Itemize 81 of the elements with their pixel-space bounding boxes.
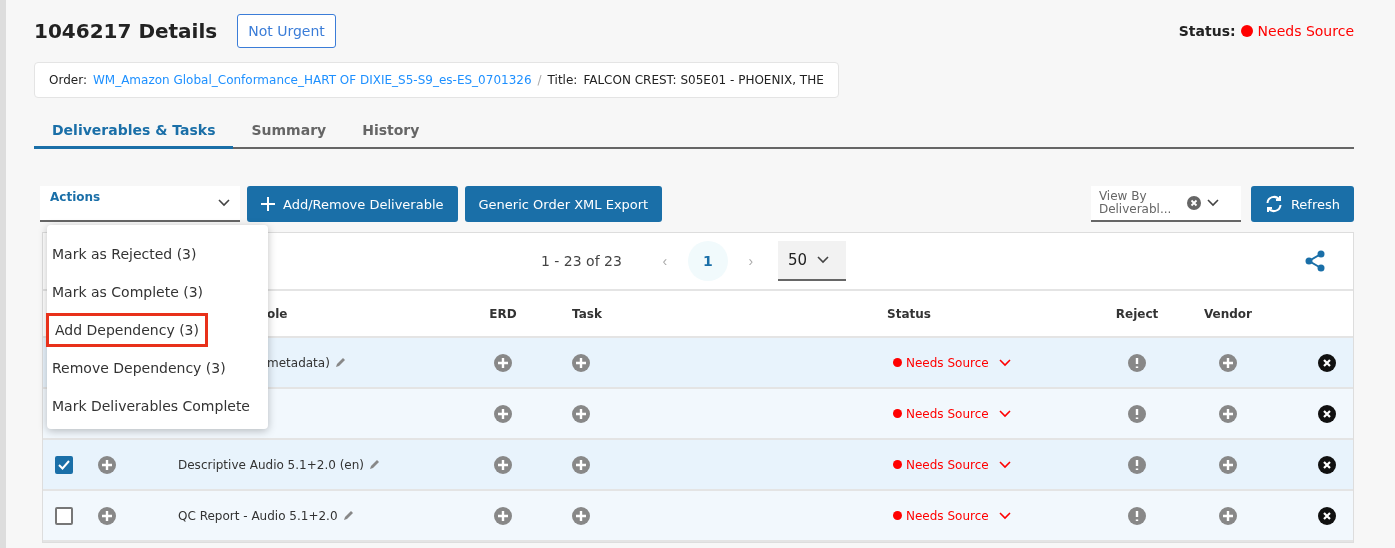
- column-header: Reject: [1115, 306, 1159, 321]
- row-status[interactable]: Needs Source: [906, 508, 989, 523]
- page-range: 1 - 23 of 23: [541, 253, 622, 269]
- row-status[interactable]: Needs Source: [906, 355, 989, 370]
- reject-icon[interactable]: [1128, 404, 1146, 423]
- add-vendor-icon[interactable]: [1219, 404, 1237, 423]
- add-task-icon[interactable]: [572, 404, 590, 423]
- tab[interactable]: Summary: [233, 116, 345, 149]
- share-icon[interactable]: [1305, 250, 1325, 272]
- reject-icon[interactable]: [1128, 455, 1146, 474]
- status-dot: [893, 511, 902, 520]
- remove-icon[interactable]: [1318, 455, 1336, 474]
- deliverable-title: QC Report - Audio 5.1+2.0: [178, 508, 338, 523]
- status-dot: [893, 358, 902, 367]
- row-checkbox[interactable]: [55, 506, 73, 525]
- add-remove-deliverable-button[interactable]: Add/Remove Deliverable: [247, 186, 458, 222]
- pencil-icon[interactable]: [369, 459, 380, 470]
- title-label: Title:: [547, 73, 578, 87]
- menu-item[interactable]: Add Dependency (3): [46, 313, 208, 347]
- column-header: ERD: [489, 306, 517, 321]
- refresh-icon: [1264, 195, 1283, 213]
- add-erd-icon[interactable]: [494, 404, 512, 423]
- page-size-dropdown[interactable]: 50: [777, 241, 846, 281]
- menu-item[interactable]: Mark as Complete (3): [51, 275, 205, 309]
- expand-plus-icon[interactable]: [98, 455, 116, 474]
- reject-icon[interactable]: [1128, 353, 1146, 372]
- status-dot: [893, 460, 902, 469]
- column-header: Task: [572, 306, 602, 321]
- menu-item[interactable]: Mark Deliverables Complete: [51, 389, 251, 423]
- reject-icon[interactable]: [1128, 506, 1146, 525]
- actions-dropdown[interactable]: Actions: [40, 186, 240, 222]
- add-erd-icon[interactable]: [494, 506, 512, 525]
- add-task-icon[interactable]: [572, 506, 590, 525]
- add-vendor-icon[interactable]: [1219, 506, 1237, 525]
- add-vendor-icon[interactable]: [1219, 455, 1237, 474]
- row-status[interactable]: Needs Source: [906, 406, 989, 421]
- column-header: Vendor: [1203, 306, 1253, 321]
- page-number-button[interactable]: 1: [687, 241, 728, 281]
- chevron-down-icon: [998, 460, 1011, 469]
- chevron-down-icon: [817, 256, 829, 264]
- add-erd-icon[interactable]: [494, 353, 512, 372]
- add-erd-icon[interactable]: [494, 455, 512, 474]
- pencil-icon[interactable]: [342, 510, 354, 521]
- refresh-button[interactable]: Refresh: [1250, 186, 1354, 222]
- title-value: FALCON CREST: S05E01 - PHOENIX, THE: [583, 73, 824, 87]
- add-task-icon[interactable]: [572, 353, 590, 372]
- chevron-down-icon: [998, 511, 1011, 520]
- column-header: Status: [887, 306, 931, 321]
- add-task-icon[interactable]: [572, 455, 590, 474]
- expand-plus-icon[interactable]: [98, 506, 116, 525]
- row-status[interactable]: Needs Source: [906, 457, 989, 472]
- chevron-down-icon: [998, 358, 1011, 367]
- menu-item[interactable]: Remove Dependency (3): [51, 351, 227, 385]
- tab[interactable]: Deliverables & Tasks: [34, 116, 234, 149]
- status-label: Status:: [1178, 23, 1236, 39]
- priority-button[interactable]: Not Urgent: [237, 14, 336, 48]
- chevron-down-icon: [218, 199, 230, 207]
- status-dot: [1240, 25, 1253, 37]
- chevron-down-icon: [1206, 199, 1219, 207]
- breadcrumb-separator: /: [537, 73, 542, 87]
- menu-item[interactable]: Mark as Rejected (3): [51, 237, 198, 271]
- remove-icon[interactable]: [1318, 353, 1336, 372]
- deliverable-title: metadata): [267, 355, 330, 370]
- view-by-dropdown[interactable]: View By Deliverabl...: [1090, 186, 1241, 222]
- tab[interactable]: History: [344, 116, 438, 149]
- chevron-down-icon: [998, 409, 1011, 418]
- order-label: Order:: [49, 73, 87, 87]
- deliverable-title: Descriptive Audio 5.1+2.0 (en): [178, 457, 364, 472]
- order-link[interactable]: WM_Amazon Global_Conformance_HART OF DIXIE_S5-S9_es-ES_0701326: [92, 73, 532, 87]
- add-vendor-icon[interactable]: [1219, 353, 1237, 372]
- status-dot: [893, 409, 902, 418]
- column-header: ole: [267, 306, 288, 321]
- status-value: Needs Source: [1257, 23, 1354, 39]
- plus-icon: [261, 197, 275, 211]
- row-checkbox[interactable]: [55, 455, 73, 474]
- page-title: 1046217 Details: [34, 19, 218, 43]
- clear-icon[interactable]: [1186, 196, 1201, 210]
- remove-icon[interactable]: [1318, 404, 1336, 423]
- remove-icon[interactable]: [1318, 506, 1336, 525]
- xml-export-button[interactable]: Generic Order XML Export: [464, 186, 663, 222]
- pencil-icon[interactable]: [334, 357, 346, 368]
